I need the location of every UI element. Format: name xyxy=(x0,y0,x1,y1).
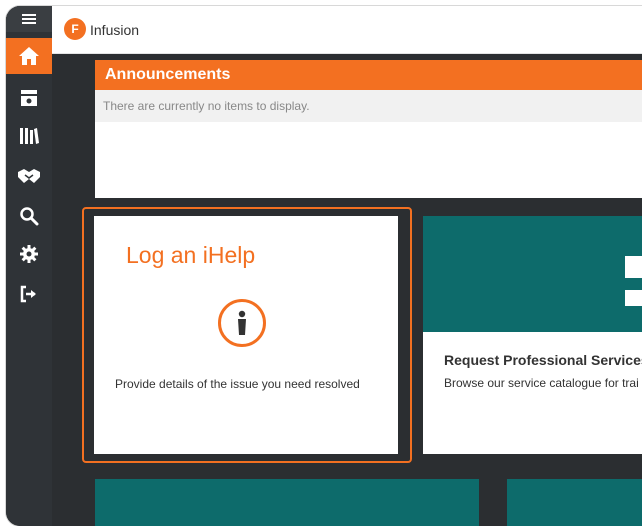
sidebar xyxy=(6,6,52,526)
search-icon[interactable] xyxy=(6,198,52,234)
app-window: F Infusion Announcements There are curre… xyxy=(6,6,642,526)
services-title: Request Professional Services xyxy=(444,352,642,368)
home-icon[interactable] xyxy=(6,38,52,74)
handshake-icon[interactable] xyxy=(6,158,52,194)
books-icon[interactable] xyxy=(6,118,52,154)
services-card[interactable]: Request Professional Services Browse our… xyxy=(423,216,642,454)
announcements-panel: Announcements There are currently no ite… xyxy=(95,60,642,198)
app-logo[interactable]: F xyxy=(64,18,86,40)
announcements-title: Announcements xyxy=(95,60,642,90)
ihelp-description: Provide details of the issue you need re… xyxy=(115,377,360,391)
main-content: Announcements There are currently no ite… xyxy=(52,54,642,526)
announcements-empty-text: There are currently no items to display. xyxy=(95,90,642,122)
inbox-icon[interactable] xyxy=(6,80,52,116)
hamburger-icon[interactable] xyxy=(6,6,52,32)
bottom-tile[interactable] xyxy=(507,479,642,526)
app-title: Infusion xyxy=(90,22,140,38)
logout-icon[interactable] xyxy=(6,276,52,312)
ihelp-card[interactable]: Log an iHelp Provide details of the issu… xyxy=(94,216,398,454)
services-banner xyxy=(423,216,642,332)
bottom-tile[interactable] xyxy=(95,479,479,526)
services-banner-graphic xyxy=(625,290,642,306)
ihelp-title: Log an iHelp xyxy=(126,242,256,268)
gear-icon[interactable] xyxy=(6,236,52,272)
top-bar: F Infusion xyxy=(52,6,642,54)
info-icon xyxy=(218,299,266,347)
services-banner-graphic xyxy=(625,256,642,278)
services-description: Browse our service catalogue for trai xyxy=(444,376,639,390)
